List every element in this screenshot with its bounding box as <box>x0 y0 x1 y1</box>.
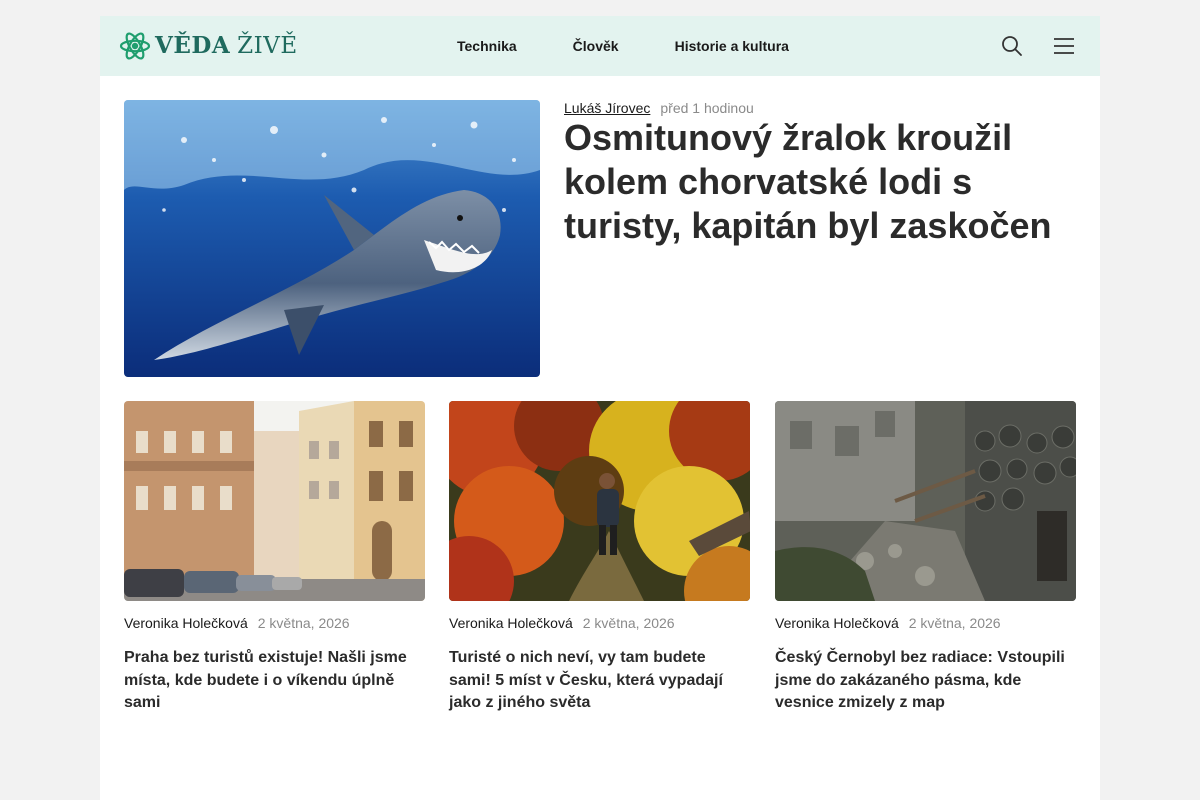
article-card[interactable]: Veronika Holečková 2 května, 2026 Turist… <box>449 401 750 721</box>
featured-image-shark[interactable] <box>124 100 540 377</box>
article-title[interactable]: Praha bez turistů existuje! Našli jsme m… <box>124 647 425 715</box>
article-meta: Veronika Holečková 2 května, 2026 <box>124 615 425 631</box>
article-image-autumn-forest <box>449 401 750 601</box>
ruins-photo <box>775 401 1076 601</box>
main-nav: Technika Člověk Historie a kultura <box>457 16 789 76</box>
article-author: Veronika Holečková <box>775 615 899 631</box>
site-logo[interactable]: VĚDA ŽIVĚ <box>119 30 298 62</box>
article-title[interactable]: Turisté o nich neví, vy tam budete sami!… <box>449 647 750 715</box>
article-author: Veronika Holečková <box>124 615 248 631</box>
article-image-ruined-village <box>775 401 1076 601</box>
featured-title[interactable]: Osmitunový žralok kroužil kolem chorvats… <box>564 116 1064 248</box>
featured-time: před 1 hodinou <box>660 100 754 116</box>
article-date: 2 května, 2026 <box>908 615 1001 631</box>
article-date: 2 května, 2026 <box>582 615 675 631</box>
search-button[interactable] <box>1000 34 1024 58</box>
article-meta: Veronika Holečková 2 května, 2026 <box>449 615 750 631</box>
article-image-prague-street <box>124 401 425 601</box>
logo-text-light: ŽIVĚ <box>237 33 298 59</box>
logo-wordmark: VĚDA ŽIVĚ <box>155 30 298 62</box>
article-card[interactable]: Veronika Holečková 2 května, 2026 Praha … <box>124 401 425 721</box>
article-author: Veronika Holečková <box>449 615 573 631</box>
featured-author-link[interactable]: Lukáš Jírovec <box>564 100 650 116</box>
shark-photo <box>124 100 540 377</box>
site-header: VĚDA ŽIVĚ Technika Člověk Historie a kult… <box>100 16 1100 76</box>
menu-button[interactable] <box>1052 34 1076 58</box>
atom-logo-icon <box>119 32 151 60</box>
street-photo <box>124 401 425 601</box>
nav-item-technika[interactable]: Technika <box>457 38 517 54</box>
article-title[interactable]: Český Černobyl bez radiace: Vstoupili js… <box>775 647 1076 715</box>
article-card[interactable]: Veronika Holečková 2 května, 2026 Český … <box>775 401 1076 721</box>
article-date: 2 května, 2026 <box>257 615 350 631</box>
forest-photo <box>449 401 750 601</box>
search-icon <box>1002 36 1022 56</box>
nav-item-clovek[interactable]: Člověk <box>573 38 619 54</box>
article-meta: Veronika Holečková 2 května, 2026 <box>775 615 1076 631</box>
nav-item-historie-a-kultura[interactable]: Historie a kultura <box>675 38 789 54</box>
page: VĚDA ŽIVĚ Technika Člověk Historie a kult… <box>100 16 1100 800</box>
logo-text-strong: VĚDA <box>155 32 231 59</box>
article-grid: Veronika Holečková 2 května, 2026 Praha … <box>124 401 1076 721</box>
featured-article: Lukáš Jírovec před 1 hodinou Osmitunový … <box>124 100 1076 377</box>
hamburger-menu-icon <box>1054 38 1074 54</box>
